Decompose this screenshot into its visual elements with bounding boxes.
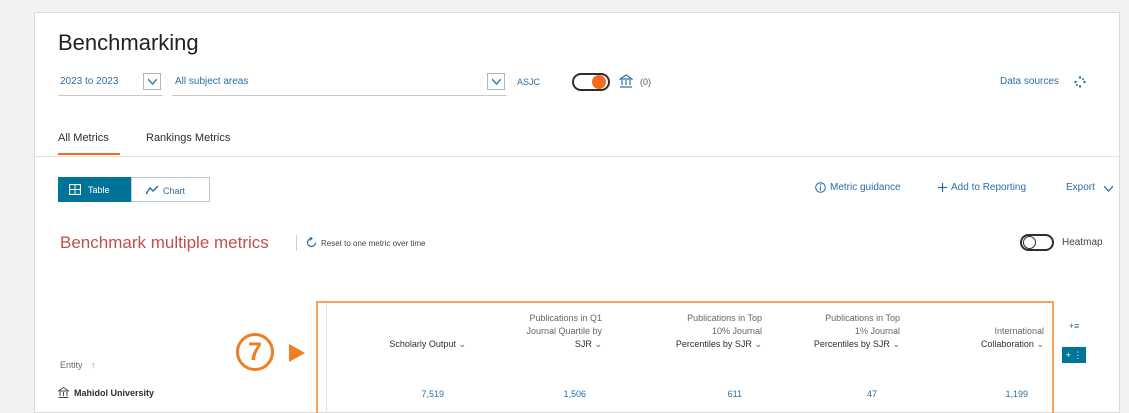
chevron-down-icon	[1104, 186, 1113, 192]
entity-name: Mahidol University	[74, 388, 155, 398]
export-link[interactable]: Export	[1066, 182, 1095, 193]
entity-column-header[interactable]: Entity ↑	[60, 360, 96, 370]
chart-view-button[interactable]: Chart	[131, 177, 210, 202]
spinner-icon	[1074, 76, 1086, 88]
column-header-line: Publications in Top	[687, 313, 762, 323]
column-header-line: Publications in Q1	[529, 313, 602, 323]
step-marker: 7	[236, 333, 274, 371]
column-header-line: Scholarly Output ⌄	[336, 338, 466, 351]
reset-icon	[306, 237, 317, 248]
table-cell[interactable]: 1,199	[968, 389, 1028, 399]
scope-toggle[interactable]	[572, 73, 610, 91]
column-header-q1-publications[interactable]: Publications in Q1 Journal Quartile by S…	[478, 312, 602, 351]
chevron-down-icon: ⌄	[892, 339, 900, 349]
chevron-down-icon	[492, 79, 501, 85]
heatmap-toggle[interactable]	[1020, 234, 1054, 251]
toggle-knob	[1023, 236, 1036, 249]
column-header-line: Journal Quartile by	[526, 326, 602, 336]
step-arrow-icon	[289, 344, 305, 362]
subject-areas-underline	[172, 95, 506, 96]
add-entity-button[interactable]: + ⋮	[1062, 347, 1086, 363]
column-header-line	[336, 325, 466, 338]
column-header-title: Percentiles by SJR	[675, 339, 752, 349]
column-header-title: Scholarly Output	[389, 339, 456, 349]
column-header-international-collaboration[interactable]: International Collaboration ⌄	[920, 312, 1044, 351]
table-row[interactable]: Mahidol University	[56, 386, 155, 398]
chevron-down-icon: ⌄	[1036, 339, 1044, 349]
heatmap-label: Heatmap	[1062, 237, 1103, 248]
column-header-title: Percentiles by SJR	[813, 339, 890, 349]
column-header-top10-publications[interactable]: Publications in Top 10% Journal Percenti…	[616, 312, 762, 351]
subject-areas-value[interactable]: All subject areas	[175, 76, 248, 87]
subject-areas-dropdown[interactable]	[487, 73, 505, 90]
chevron-down-icon	[148, 79, 157, 85]
tab-all-metrics[interactable]: All Metrics	[58, 132, 109, 144]
table-view-button[interactable]: Table	[58, 177, 131, 202]
table-cell[interactable]: 611	[682, 389, 742, 399]
column-header-line: International	[994, 326, 1044, 336]
chevron-down-icon: ⌄	[458, 339, 466, 349]
column-header-title: Collaboration	[980, 339, 1034, 349]
toggle-knob	[592, 75, 606, 89]
arrow-up-icon: ↑	[91, 360, 96, 370]
metric-guidance-link[interactable]: Metric guidance	[830, 182, 901, 193]
column-header-line: Publications in Top	[825, 313, 900, 323]
entity-header-label: Entity	[60, 360, 83, 370]
data-sources-link[interactable]: Data sources	[1000, 76, 1059, 87]
column-header-line: 1% Journal	[854, 326, 900, 336]
year-range-dropdown[interactable]	[143, 73, 161, 90]
chevron-down-icon: ⌄	[754, 339, 762, 349]
institution-count: (0)	[640, 77, 651, 87]
institution-icon	[56, 386, 71, 398]
column-header-line	[920, 312, 1044, 325]
chart-view-label: Chart	[163, 186, 186, 196]
column-header-line	[336, 312, 466, 325]
add-metric-button[interactable]: +≡	[1062, 317, 1086, 333]
tabs-divider	[35, 156, 1119, 157]
column-separator	[326, 303, 327, 413]
info-icon	[815, 182, 826, 193]
page-title: Benchmarking	[58, 30, 199, 55]
tab-rankings-metrics[interactable]: Rankings Metrics	[146, 132, 230, 144]
add-to-reporting-link[interactable]: Add to Reporting	[951, 182, 1026, 193]
table-icon	[69, 184, 81, 195]
column-header-line: 10% Journal	[711, 326, 762, 336]
year-range-value[interactable]: 2023 to 2023	[60, 76, 118, 87]
title-divider	[296, 235, 297, 251]
classification-label: ASJC	[517, 77, 541, 87]
table-cell[interactable]: 47	[817, 389, 877, 399]
institution-icon[interactable]	[619, 74, 633, 88]
benchmark-title: Benchmark multiple metrics	[60, 233, 269, 252]
active-tab-indicator	[58, 153, 120, 155]
column-header-title: SJR	[574, 339, 592, 349]
year-range-underline	[58, 95, 162, 96]
table-view-label: Table	[88, 185, 110, 195]
chevron-down-icon: ⌄	[594, 339, 602, 349]
column-header-line: SJR ⌄	[478, 338, 602, 351]
plus-icon	[938, 183, 947, 192]
table-cell[interactable]: 1,506	[526, 389, 586, 399]
table-cell[interactable]: 7,519	[384, 389, 444, 399]
column-header-top1-publications[interactable]: Publications in Top 1% Journal Percentil…	[764, 312, 900, 351]
line-chart-icon	[145, 185, 159, 195]
column-header-scholarly-output[interactable]: Scholarly Output ⌄	[336, 312, 466, 351]
column-header-line: Percentiles by SJR ⌄	[616, 338, 762, 351]
reset-one-metric-link[interactable]: Reset to one metric over time	[321, 239, 425, 248]
column-header-line: Collaboration ⌄	[920, 338, 1044, 351]
column-header-line: Percentiles by SJR ⌄	[764, 338, 900, 351]
